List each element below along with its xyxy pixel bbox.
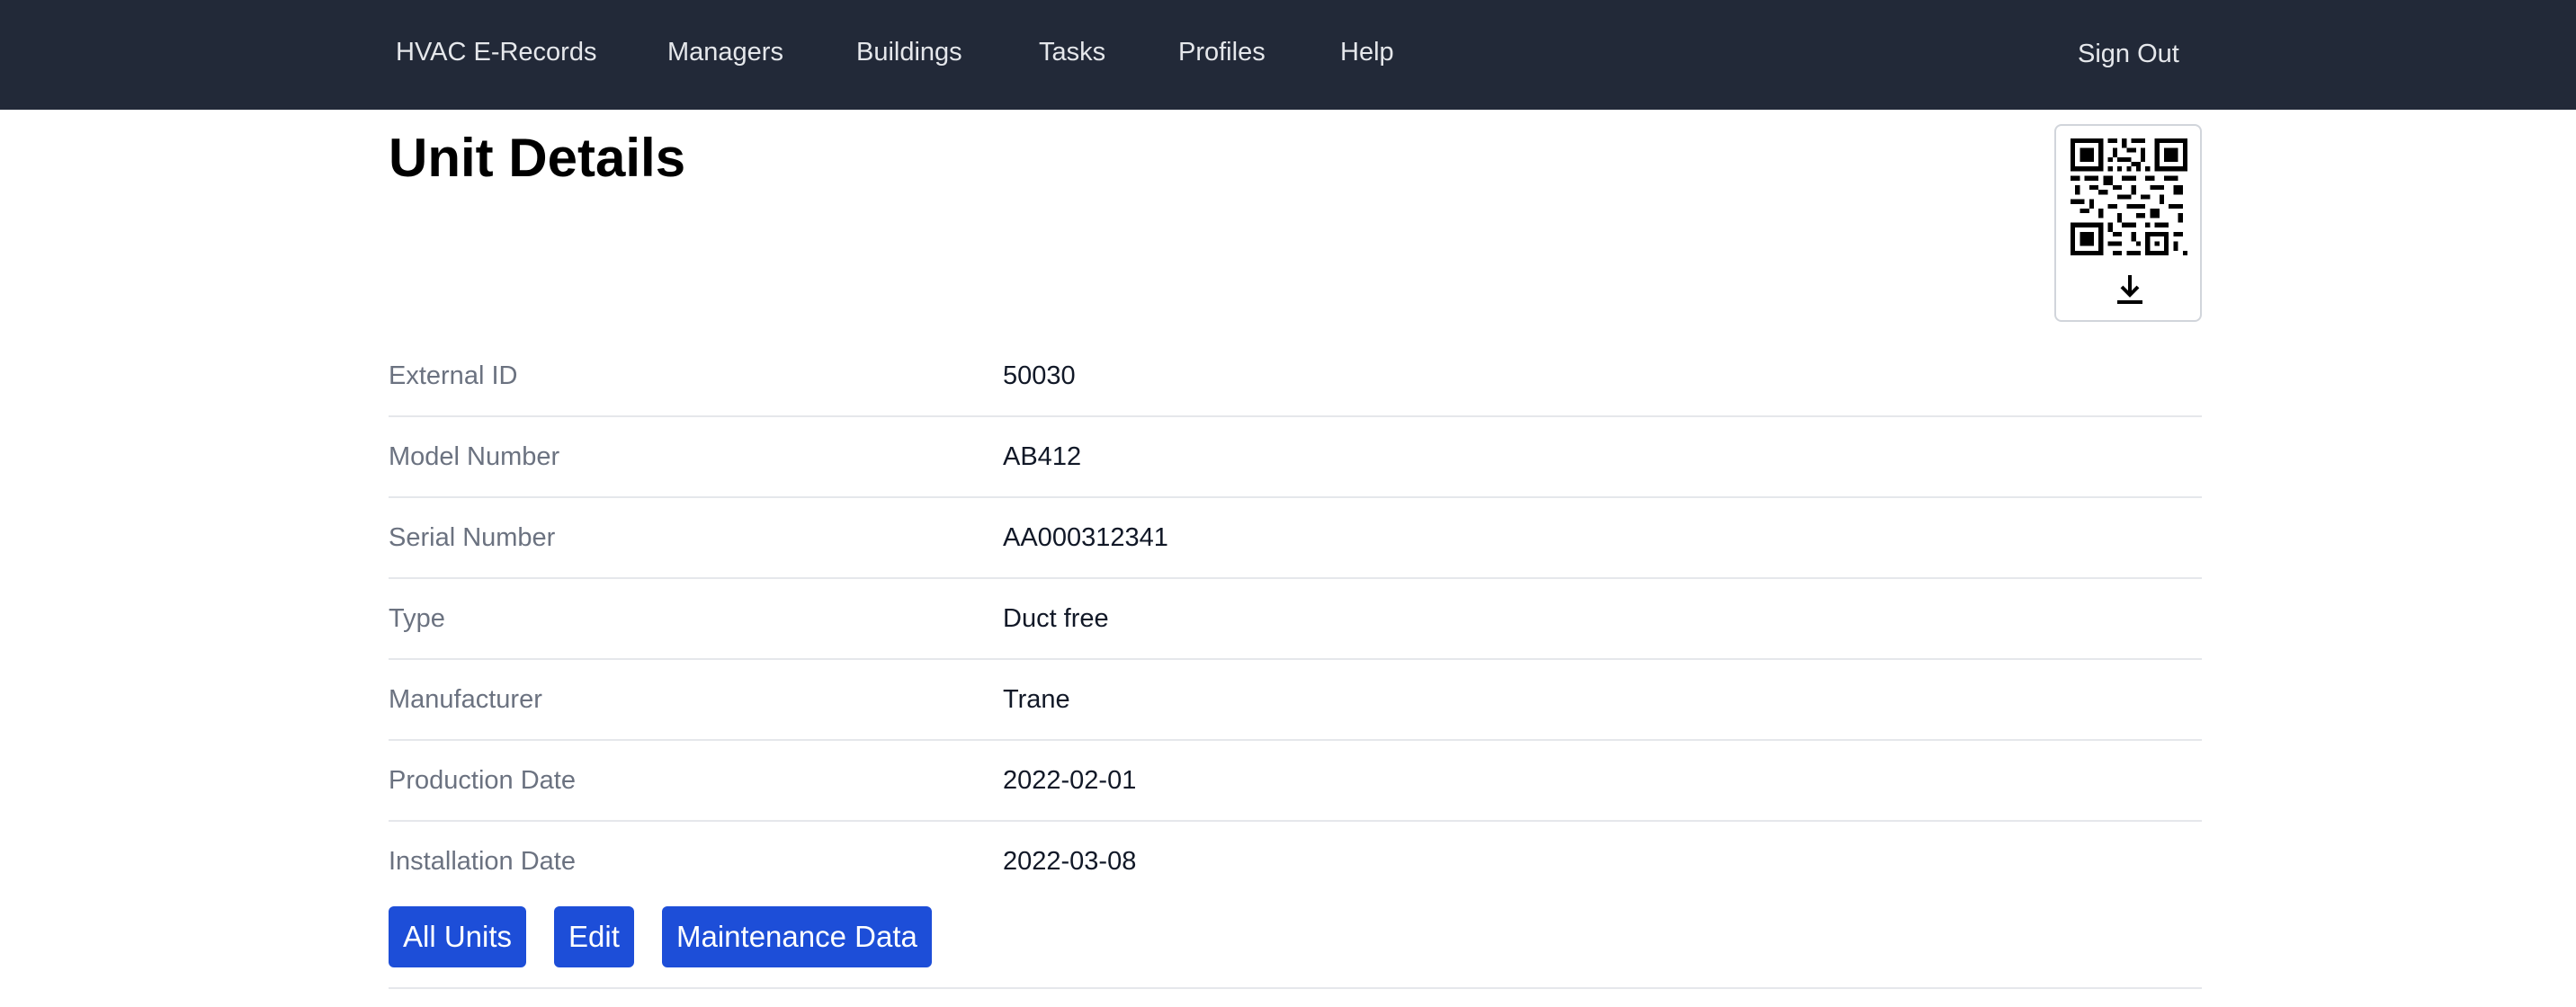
- all-units-button[interactable]: All Units: [389, 906, 527, 967]
- nav-link-help[interactable]: Help: [1340, 0, 1394, 110]
- unit-details-list: External ID 50030 Model Number AB412 Ser…: [389, 336, 2202, 903]
- detail-label: External ID: [389, 361, 518, 390]
- qr-code-icon: [2071, 138, 2187, 255]
- nav-brand-link[interactable]: HVAC E-Records: [396, 0, 596, 110]
- detail-label: Manufacturer: [389, 685, 542, 714]
- top-navbar: HVAC E-Records Managers Buildings Tasks …: [0, 0, 2576, 110]
- nav-link-profiles[interactable]: Profiles: [1178, 0, 1266, 110]
- qr-code-card: [2054, 124, 2202, 322]
- maintenance-data-button[interactable]: Maintenance Data: [662, 906, 932, 967]
- detail-value: 50030: [1003, 361, 1076, 390]
- detail-label: Installation Date: [389, 847, 576, 876]
- detail-row-production-date: Production Date 2022-02-01: [389, 741, 2202, 822]
- detail-value: 2022-03-08: [1003, 847, 1137, 876]
- detail-row-installation-date: Installation Date 2022-03-08: [389, 822, 2202, 903]
- detail-value: Trane: [1003, 685, 1070, 714]
- detail-label: Production Date: [389, 766, 576, 795]
- detail-row-type: Type Duct free: [389, 579, 2202, 660]
- detail-value: AA000312341: [1003, 523, 1168, 552]
- download-icon[interactable]: [2110, 270, 2150, 309]
- detail-value: 2022-02-01: [1003, 766, 1137, 795]
- detail-row-model-number: Model Number AB412: [389, 417, 2202, 498]
- detail-row-serial-number: Serial Number AA000312341: [389, 498, 2202, 579]
- nav-link-buildings[interactable]: Buildings: [856, 0, 962, 110]
- detail-row-external-id: External ID 50030: [389, 336, 2202, 417]
- nav-link-managers[interactable]: Managers: [667, 0, 783, 110]
- detail-value: AB412: [1003, 442, 1082, 471]
- detail-label: Model Number: [389, 442, 560, 471]
- detail-row-manufacturer: Manufacturer Trane: [389, 660, 2202, 741]
- nav-link-tasks[interactable]: Tasks: [1039, 0, 1105, 110]
- page-title: Unit Details: [389, 128, 686, 188]
- detail-label: Type: [389, 604, 445, 633]
- sign-out-link[interactable]: Sign Out: [2078, 2, 2179, 111]
- detail-label: Serial Number: [389, 523, 556, 552]
- divider: [389, 987, 2202, 989]
- edit-button[interactable]: Edit: [554, 906, 634, 967]
- detail-value: Duct free: [1003, 604, 1109, 633]
